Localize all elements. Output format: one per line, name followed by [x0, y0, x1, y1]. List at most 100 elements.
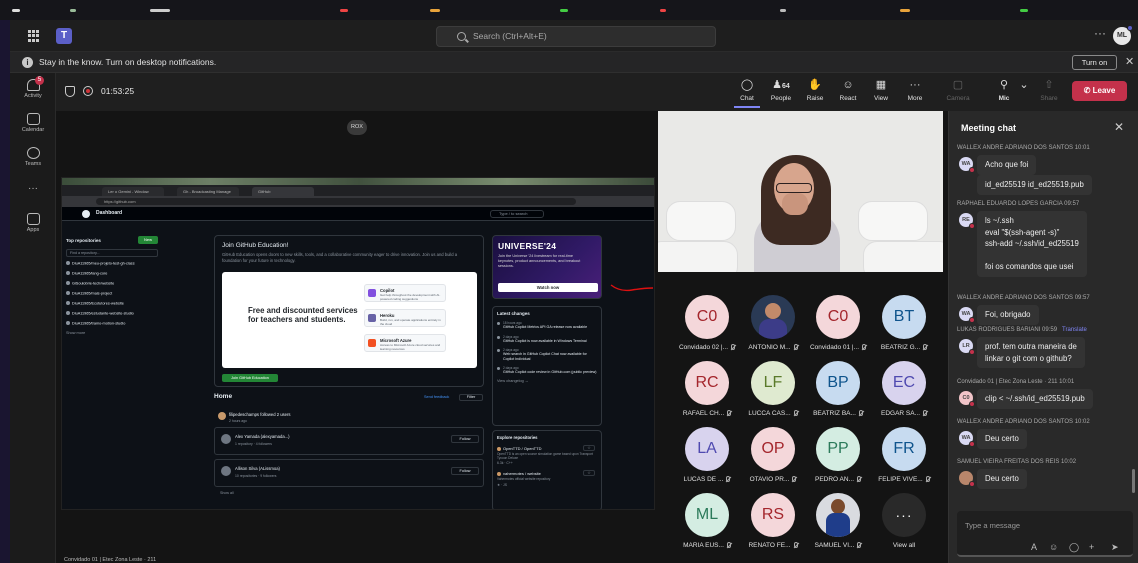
rail-more-button[interactable]: ··· [10, 183, 56, 194]
participant-tile[interactable]: LF LUCCA CAS... [744, 361, 802, 417]
leave-label: Leave [1092, 86, 1116, 95]
people-icon: ♟64 [772, 79, 790, 91]
participant-tile[interactable]: LA LUCAS DE ... [678, 427, 736, 483]
rail-teams-label: Teams [24, 161, 42, 167]
rail-calendar[interactable]: Calendar [10, 113, 56, 133]
chat-avatar: C0 [959, 391, 975, 407]
mic-muted-icon [731, 344, 736, 350]
background-seat [858, 201, 928, 241]
camera-button[interactable]: ▢ Camera [942, 79, 974, 102]
send-feedback-link: Send feedback [424, 395, 450, 399]
participant-tile[interactable]: PP PEDRO AN... [809, 427, 867, 483]
participant-tile[interactable]: C0 Convidado 01 |... [809, 295, 867, 351]
rail-activity[interactable]: 5 Activity [10, 76, 56, 99]
attach-plus-icon[interactable]: + [1089, 542, 1094, 552]
chat-icon: ◯ [740, 79, 754, 91]
more-button[interactable]: ··· More [899, 79, 931, 102]
mic-muted-icon [857, 476, 861, 482]
view-changelog-link: View changelog → [497, 378, 529, 383]
participant-tile[interactable]: BT BEATRIZ G... [875, 295, 933, 351]
mic-muted-icon [793, 344, 798, 350]
meeting-stage: 01:53:25 ◯ Chat ♟64 People ✋ Raise ☺ Rea… [56, 73, 948, 563]
change-item: 2 days ago GitHub Copilot is now availabl… [497, 335, 597, 344]
mic-muted-icon [862, 344, 867, 350]
explore-repo-stats: ★ · JS [497, 482, 508, 487]
view-button[interactable]: ▦ View [865, 79, 897, 102]
turn-on-button[interactable]: Turn on [1072, 55, 1117, 70]
participant-tile[interactable]: SAMUEL VI... [809, 493, 867, 549]
participant-name: RENATO FE... [744, 542, 802, 549]
github-home-header: Home Send feedback Filter [214, 393, 484, 401]
shared-tab: Gh - Broadcasting Manage [177, 187, 239, 196]
message-compose-box[interactable]: Type a message A ☺ ◯ + ➤ [957, 511, 1133, 557]
loop-icon[interactable]: ◯ [1069, 542, 1079, 553]
feed-user-card: Alex Yamada (alexyamada...) 1 repository… [214, 427, 484, 455]
people-count: 64 [782, 83, 790, 90]
service-card: Microsoft Azure Access to Microsoft Azur… [364, 334, 446, 352]
participant-tile[interactable]: RC RAFAEL CH... [678, 361, 736, 417]
mic-muted-icon [726, 476, 731, 482]
participant-tile[interactable]: OP OTAVIO PR... [744, 427, 802, 483]
emoji-icon[interactable]: ☺ [1049, 542, 1058, 552]
participant-name: Convidado 01 |... [809, 344, 867, 351]
star-icon: ☆ [583, 445, 595, 451]
chat-scrollbar[interactable] [1132, 469, 1135, 493]
star-icon: ☆ [583, 470, 595, 477]
send-icon[interactable]: ➤ [1111, 542, 1119, 553]
leave-button[interactable]: ✆ Leave [1072, 81, 1127, 101]
participant-tile[interactable]: ML MARIA EUS... [678, 493, 736, 549]
participant-avatar: EC [882, 361, 926, 405]
grid-view-icon: ▦ [875, 79, 887, 91]
chat-sender: Convidado 01 | Etec Zona Leste · 211 10:… [957, 379, 1075, 385]
participant-avatar [751, 295, 795, 339]
raise-hand-button[interactable]: ✋ Raise [799, 79, 831, 102]
watch-now-button: Watch now [498, 283, 598, 292]
close-notification-button[interactable]: ✕ [1125, 55, 1134, 68]
profile-avatar[interactable]: ML [1113, 25, 1133, 45]
chat-bubble: clip < ~/.ssh/id_ed25519.pub [977, 389, 1093, 409]
pen-annotation [610, 284, 654, 292]
view-all-button[interactable]: ··· View all [875, 493, 933, 549]
avatar [221, 434, 231, 444]
people-button[interactable]: ♟64 People [765, 79, 797, 102]
search-input[interactable]: Search (Ctrl+Alt+E) [436, 26, 716, 47]
github-search: Type / to search [490, 210, 544, 218]
chat-message: SAMUEL VIEIRA FREITAS DOS REIS 10:02 Deu … [957, 459, 1129, 489]
react-button[interactable]: ☺ React [832, 79, 864, 102]
participant-tile[interactable]: EC EDGAR SA... [875, 361, 933, 417]
chat-avatar: LR [959, 339, 975, 355]
share-button[interactable]: ⇧ Share [1033, 79, 1065, 102]
app-launcher-icon[interactable] [28, 30, 40, 42]
find-repo-input: Find a repository... [66, 249, 158, 257]
join-education-button: Join GitHub Education [222, 374, 278, 382]
speaker-hand [782, 193, 808, 215]
service-desc: Build, run, and operate applications ent… [380, 318, 441, 326]
os-left-edge [0, 20, 10, 563]
participant-tile[interactable]: FR FELIPE VIVE... [875, 427, 933, 483]
recording-icon [83, 86, 93, 96]
background-seat [863, 241, 943, 272]
participant-avatar: BP [816, 361, 860, 405]
raise-label: Raise [806, 95, 824, 102]
chat-bubble: prof. tem outra maneira de linkar o git c… [977, 337, 1085, 368]
participant-name: EDGAR SA... [875, 410, 933, 417]
mic-options-chevron[interactable]: ⌄ [1014, 79, 1034, 95]
rail-teams[interactable]: Teams [10, 147, 56, 167]
participant-tile[interactable]: RS RENATO FE... [744, 493, 802, 549]
chat-bubble: Deu certo [977, 469, 1027, 489]
translate-link[interactable]: Translate [1062, 327, 1087, 333]
rail-apps[interactable]: Apps [10, 213, 56, 233]
participant-tile[interactable]: BP BEATRIZ BA... [809, 361, 867, 417]
participant-tile[interactable]: C0 Convidado 02 |... [678, 295, 736, 351]
format-icon[interactable]: A [1031, 542, 1037, 552]
participant-name: LUCAS DE ... [678, 476, 736, 483]
ellipsis-icon: ··· [882, 493, 926, 537]
settings-more-button[interactable]: ··· [1094, 26, 1106, 40]
chat-button[interactable]: ◯ Chat [731, 79, 763, 108]
participant-avatar [816, 493, 860, 537]
close-chat-button[interactable]: ✕ [1114, 120, 1124, 134]
participant-tile[interactable]: ANTONIO M... [744, 295, 802, 351]
teams-icon [26, 147, 40, 159]
rail-activity-label: Activity [24, 93, 42, 99]
hand-icon: ✋ [808, 79, 822, 91]
